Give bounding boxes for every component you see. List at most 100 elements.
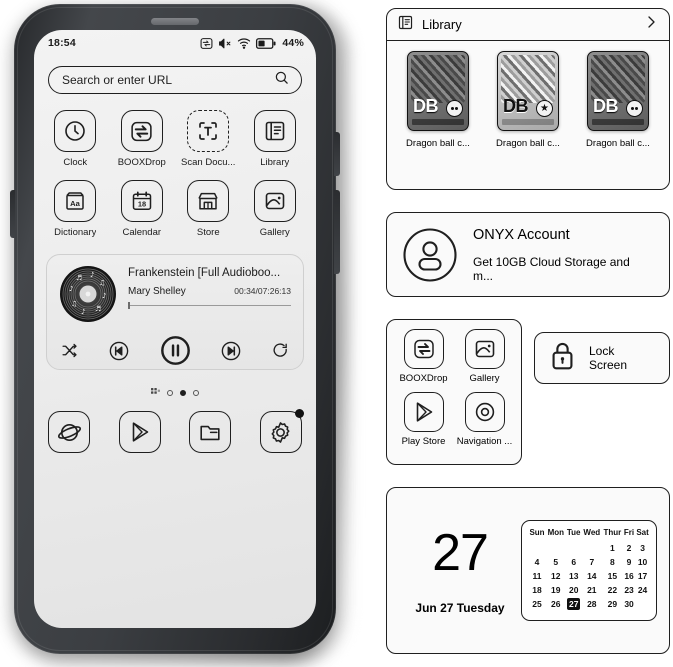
- calendar-day-cell[interactable]: 25: [528, 597, 546, 611]
- gallery-icon[interactable]: [253, 180, 296, 222]
- page-dot-2[interactable]: [180, 390, 186, 396]
- app-calendar[interactable]: 18 Calendar: [109, 180, 176, 238]
- shortcut-gallery[interactable]: Gallery: [454, 329, 515, 384]
- previous-track-icon[interactable]: [108, 340, 130, 367]
- shortcut-navigation-ball[interactable]: Navigation ...: [454, 392, 515, 447]
- book-cover[interactable]: DB ★: [497, 51, 559, 131]
- calendar-day-cell[interactable]: 21: [582, 583, 602, 597]
- play-store-icon[interactable]: [403, 392, 444, 432]
- svg-text:♬: ♬: [95, 305, 101, 313]
- book-item[interactable]: DB Dragon ball c...: [402, 51, 474, 149]
- app-store[interactable]: Store: [175, 180, 242, 238]
- calendar-day-cell[interactable]: 4: [528, 555, 546, 569]
- library-icon[interactable]: [253, 110, 296, 152]
- calendar-day-cell[interactable]: 8: [602, 555, 623, 569]
- calendar-day-cell[interactable]: 5: [546, 555, 566, 569]
- gallery-icon[interactable]: [464, 329, 505, 369]
- calendar-date-summary: 27 Jun 27 Tuesday: [399, 527, 521, 615]
- lock-screen-widget[interactable]: Lock Screen: [534, 332, 670, 384]
- page-dot-3[interactable]: [193, 390, 199, 396]
- dictionary-icon[interactable]: Aa: [54, 180, 97, 222]
- app-gallery[interactable]: Gallery: [242, 180, 309, 238]
- settings-badge: [294, 409, 304, 418]
- book-cover[interactable]: DB: [587, 51, 649, 131]
- pause-icon[interactable]: [160, 335, 191, 371]
- search-icon[interactable]: [274, 70, 289, 90]
- side-function-button[interactable]: [10, 190, 15, 238]
- account-title: ONYX Account: [473, 226, 570, 243]
- next-track-icon[interactable]: [220, 340, 242, 367]
- shortcut-booxdrop[interactable]: BOOXDrop: [393, 329, 454, 384]
- app-dictionary[interactable]: Aa Dictionary: [42, 180, 109, 238]
- calendar-day-cell[interactable]: 2: [623, 541, 635, 555]
- calendar-day-cell[interactable]: 26: [546, 597, 566, 611]
- clock-icon[interactable]: [54, 110, 97, 152]
- seek-bar[interactable]: [128, 302, 291, 309]
- calendar-day-cell[interactable]: 18: [528, 583, 546, 597]
- app-clock[interactable]: Clock: [42, 110, 109, 168]
- calendar-day-cell[interactable]: 7: [582, 555, 602, 569]
- play-store-icon[interactable]: [118, 411, 161, 453]
- calendar-day-cell[interactable]: 11: [528, 569, 546, 583]
- calendar-selected-day[interactable]: 27: [566, 598, 581, 610]
- browser-planet-icon[interactable]: [48, 411, 90, 453]
- book-item[interactable]: DB ★ Dragon ball c...: [492, 51, 564, 149]
- search-input[interactable]: Search or enter URL: [48, 66, 302, 94]
- calendar-day-cell[interactable]: 15: [602, 569, 623, 583]
- folder-icon[interactable]: [189, 411, 232, 453]
- calendar-day-cell[interactable]: 9: [623, 555, 635, 569]
- seek-handle[interactable]: [128, 302, 130, 309]
- power-button[interactable]: [334, 132, 340, 176]
- calendar-day-cell[interactable]: 27: [566, 597, 582, 611]
- all-apps-grid-icon[interactable]: [151, 384, 160, 402]
- calendar-month-grid[interactable]: Sun Mon Tue Wed Thur Fri Sat 1 2 3 4 5 6 7 8 9 10 11 12 13…: [521, 520, 657, 621]
- library-widget-header[interactable]: Library: [387, 9, 669, 41]
- book-cover[interactable]: DB: [407, 51, 469, 131]
- navigation-ball-icon[interactable]: [464, 392, 505, 432]
- calendar-day-cell[interactable]: 17: [635, 569, 650, 583]
- calendar-day-cell[interactable]: 10: [635, 555, 650, 569]
- calendar-day-cell[interactable]: 29: [602, 597, 623, 611]
- volume-mute-icon: [218, 37, 232, 50]
- music-player-widget[interactable]: ♪ ♫ ♪ ♬ ♪ ♫ ♪ ♬ Frankenstein [Full Audioboo.…: [46, 254, 304, 370]
- booxdrop-icon[interactable]: [403, 329, 444, 369]
- onyx-account-widget[interactable]: ONYX Account Get 10GB Cloud Storage and …: [386, 212, 670, 297]
- book-item[interactable]: DB Dragon ball c...: [582, 51, 654, 149]
- scan-document-icon[interactable]: [187, 110, 230, 152]
- calendar-day-cell[interactable]: 19: [546, 583, 566, 597]
- calendar-day-cell[interactable]: 16: [623, 569, 635, 583]
- store-icon[interactable]: [187, 180, 230, 222]
- calendar-day-cell[interactable]: 24: [635, 583, 650, 597]
- calendar-day-cell[interactable]: 12: [546, 569, 566, 583]
- app-library[interactable]: Library: [242, 110, 309, 168]
- library-widget[interactable]: Library DB Dragon ball c... DB ★ Dragon …: [386, 8, 670, 190]
- calendar-day-cell[interactable]: 6: [566, 555, 582, 569]
- calendar-day-cell[interactable]: 28: [582, 597, 602, 611]
- calendar-day-cell[interactable]: 14: [582, 569, 602, 583]
- page-dot-1[interactable]: [167, 390, 173, 396]
- calendar-day-cell[interactable]: 1: [602, 541, 623, 555]
- calendar-day-cell[interactable]: 30: [623, 597, 635, 611]
- calendar-day-cell[interactable]: 20: [566, 583, 582, 597]
- shortcut-play-store[interactable]: Play Store: [393, 392, 454, 447]
- calendar-day-cell[interactable]: 13: [566, 569, 582, 583]
- calendar-icon[interactable]: 18: [120, 180, 163, 222]
- volume-button[interactable]: [334, 190, 340, 274]
- calendar-day-cell[interactable]: 23: [623, 583, 635, 597]
- calendar-widget[interactable]: 27 Jun 27 Tuesday Sun Mon Tue Wed Thur Fri Sat…: [386, 487, 670, 654]
- svg-text:♪: ♪: [90, 271, 94, 279]
- calendar-day-cell[interactable]: 3: [635, 541, 650, 555]
- calendar-empty-cell: [635, 597, 650, 611]
- calendar-day-cell[interactable]: 22: [602, 583, 623, 597]
- gear-icon[interactable]: [259, 409, 304, 453]
- app-label: Gallery: [259, 227, 290, 238]
- app-scan-document[interactable]: Scan Docu...: [175, 110, 242, 168]
- app-booxdrop[interactable]: BOOXDrop: [109, 110, 176, 168]
- status-icons: 44%: [200, 37, 304, 50]
- calendar-weekday: Fri: [623, 528, 635, 537]
- chevron-right-icon[interactable]: [643, 14, 659, 35]
- booxdrop-icon[interactable]: [120, 110, 163, 152]
- account-text: ONYX Account Get 10GB Cloud Storage and …: [473, 227, 653, 283]
- shuffle-icon[interactable]: [61, 342, 78, 364]
- repeat-icon[interactable]: [272, 342, 289, 364]
